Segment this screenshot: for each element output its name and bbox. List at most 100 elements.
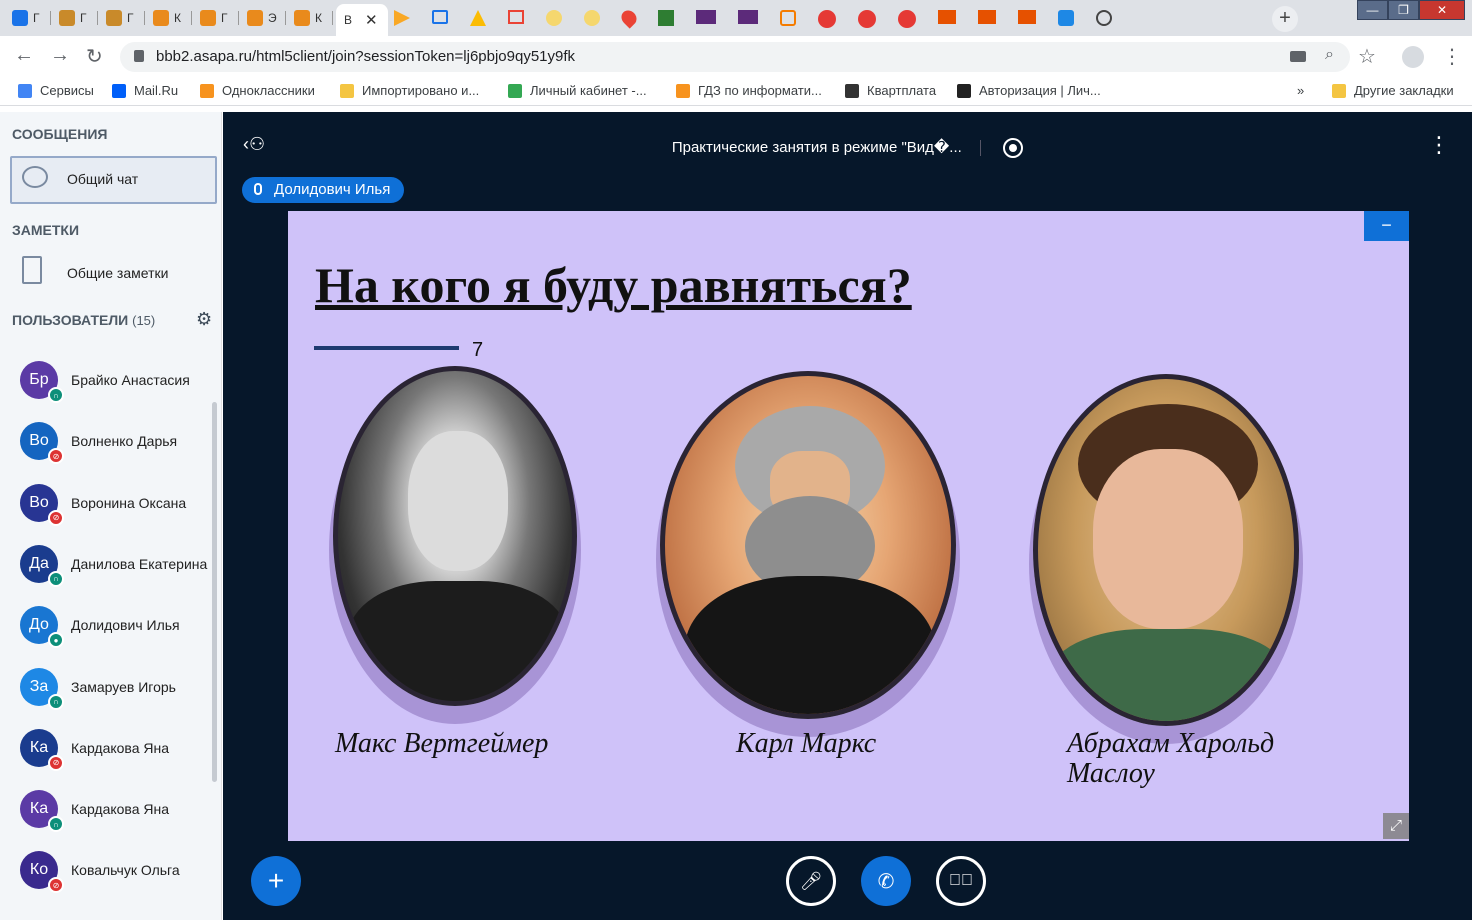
record-icon[interactable] [1003, 138, 1024, 159]
minimize-presentation-button[interactable]: − [1364, 211, 1409, 241]
chat-bubbles-icon [22, 166, 48, 188]
actions-plus-button[interactable]: + [251, 856, 301, 906]
youtube-tab-icon[interactable] [394, 10, 410, 26]
browser-menu-icon[interactable]: ⋮ [1442, 44, 1462, 69]
bookmark-item[interactable]: Импортировано и... [340, 83, 479, 98]
vk-tab-icon[interactable] [1058, 10, 1074, 26]
maslow-jacket [1048, 629, 1288, 721]
bookmark-item[interactable]: Авторизация | Лич... [957, 83, 1101, 98]
user-list-item[interactable]: Ка ⊘ Кардакова Яна [20, 728, 209, 771]
options-menu-icon[interactable]: ⋮ [1428, 132, 1450, 158]
bookmark-favicon-icon [676, 83, 690, 98]
mail-tab-icon[interactable] [432, 10, 448, 24]
new-tab-button[interactable]: + [1272, 6, 1298, 32]
maps-tab-icon[interactable] [618, 7, 640, 29]
share-webcam-button[interactable]: ▭⃥ [936, 856, 986, 906]
clock-tab-icon-2[interactable] [584, 10, 600, 26]
portrait-wertheimer [333, 366, 577, 706]
tab-title: Г [80, 11, 87, 25]
m-red-tab-icon-2[interactable] [858, 10, 876, 28]
profile-avatar-icon[interactable] [1402, 46, 1424, 68]
dns-tab-icon[interactable] [696, 10, 716, 24]
camera-icon[interactable] [1290, 51, 1306, 62]
bookmark-item[interactable]: Одноклассники [200, 83, 315, 98]
user-initials: Ка [29, 800, 49, 818]
omnibox[interactable]: bbb2.asapa.ru/html5client/join?sessionTo… [120, 42, 1350, 72]
user-list-item[interactable]: Да ∩ Данилова Екатерина [20, 544, 209, 587]
user-initials: Ко [29, 861, 49, 879]
user-list-scrollbar[interactable] [212, 402, 217, 782]
m-red-tab-icon-3[interactable] [898, 10, 916, 28]
bookmarks-more-icon[interactable]: » [1297, 83, 1304, 98]
speed-tab-icon[interactable] [1096, 10, 1112, 26]
users-settings-gear-icon[interactable]: ⚙ [196, 309, 212, 330]
other-bookmarks-label: Другие закладки [1354, 83, 1454, 98]
browser-tab[interactable]: Э [239, 4, 286, 32]
user-list-item[interactable]: Ка ∩ Кардакова Яна [20, 790, 209, 833]
user-avatar: Бр ∩ [20, 361, 64, 403]
rbt-tab-icon-3[interactable] [1018, 10, 1036, 24]
brand-m-icon [200, 10, 216, 26]
user-name: Кардакова Яна [71, 801, 170, 818]
tab-title: Г [127, 11, 134, 25]
user-name: Данилова Екатерина [71, 555, 208, 572]
bookmark-favicon-icon [200, 83, 214, 98]
dns-tab-icon-2[interactable] [738, 10, 758, 24]
tab-close-icon[interactable]: ✕ [365, 11, 378, 29]
green-tab-icon[interactable] [658, 10, 674, 26]
zoom-icon[interactable]: ⌕ [1325, 46, 1334, 64]
notes-header: ЗАМЕТКИ [12, 222, 80, 238]
user-list-item[interactable]: Ко ⊘ Ковальчук Ольга [20, 851, 209, 894]
cursor-tab-icon[interactable] [780, 10, 796, 26]
browser-tab[interactable]: К [145, 4, 192, 32]
bookmark-item[interactable]: Квартплата [845, 83, 936, 98]
user-avatar: Во ⊘ [20, 422, 64, 465]
portrait-maslow [1033, 374, 1299, 726]
bookmark-item[interactable]: Личный кабинет -... [508, 83, 647, 98]
bookmark-item[interactable]: Mail.Ru [112, 83, 178, 98]
clock-tab-icon[interactable] [546, 10, 562, 26]
bookmark-label: Квартплата [867, 83, 937, 98]
m-red-tab-icon[interactable] [818, 10, 836, 28]
user-list-item[interactable]: Бр ∩ Брайко Анастасия [20, 361, 209, 403]
browser-tab[interactable]: Г [98, 4, 145, 32]
forward-icon[interactable]: → [50, 44, 70, 67]
bookmark-item[interactable]: Сервисы [18, 83, 94, 98]
drive-tab-icon[interactable] [470, 10, 486, 26]
minimize-window-button[interactable]: — [1357, 0, 1388, 20]
shared-notes-item[interactable]: Общие заметки [10, 252, 217, 292]
gmail-tab-icon[interactable] [508, 10, 524, 24]
url-text[interactable]: bbb2.asapa.ru/html5client/join?sessionTo… [156, 48, 575, 65]
user-list-item[interactable]: Во ⊘ Волненко Дарья [20, 422, 209, 465]
unmute-microphone-button[interactable]: 🎤︎ [786, 856, 836, 906]
reload-icon[interactable]: ↻ [86, 44, 103, 69]
user-list-item[interactable]: За ∩ Замаруев Игорь [20, 667, 209, 710]
fullscreen-icon[interactable]: ⤢ [1383, 813, 1409, 839]
user-list-item[interactable]: Во ⊘ Воронина Оксана [20, 483, 209, 526]
maximize-window-button[interactable]: ❐ [1388, 0, 1419, 20]
other-bookmarks[interactable]: Другие закладки [1332, 83, 1454, 98]
browser-tab[interactable]: Г [4, 4, 51, 32]
bookmark-star-icon[interactable]: ☆ [1358, 44, 1376, 69]
browser-tab-active[interactable]: В ✕ [336, 4, 388, 36]
bookmark-label: Авторизация | Лич... [979, 83, 1101, 98]
user-list-item[interactable]: До ● Долидович Илья [20, 606, 209, 649]
muted-mic-icon: ⊘ [48, 877, 64, 894]
rbt-tab-icon-2[interactable] [978, 10, 996, 24]
talking-indicator[interactable]: Долидович Илья [242, 177, 405, 203]
bookmark-favicon-icon [845, 83, 859, 98]
browser-tab[interactable]: Г [192, 4, 239, 32]
user-avatar: Ка ∩ [20, 790, 64, 833]
close-window-button[interactable]: ✕ [1419, 0, 1465, 20]
leave-audio-button[interactable]: ✆ [861, 856, 911, 906]
user-initials: До [29, 616, 49, 634]
bookmark-label: ГДЗ по информати... [698, 83, 822, 98]
browser-tab[interactable]: К [286, 4, 333, 32]
brand-m-icon [153, 10, 169, 26]
rbt-tab-icon[interactable] [938, 10, 956, 24]
bookmark-item[interactable]: ГДЗ по информати... [676, 83, 822, 98]
bookmark-favicon-icon [112, 83, 126, 98]
back-icon[interactable]: ← [14, 44, 34, 67]
public-chat-item[interactable]: Общий чат [10, 156, 217, 204]
browser-tab[interactable]: Г [51, 4, 98, 32]
